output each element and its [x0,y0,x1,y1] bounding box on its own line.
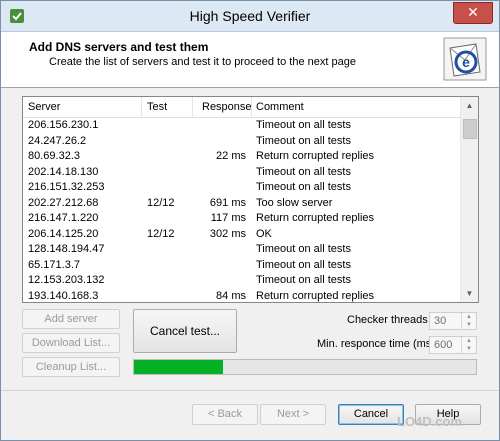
cell-test: 12/12 [147,227,175,240]
list-item[interactable]: 206.156.230.1 Timeout on all tests [23,118,461,134]
column-response[interactable]: Response [202,101,252,113]
cell-response: 117 ms [210,212,246,224]
cell-server: 65.171.3.7 [28,258,80,271]
cell-server: 12.153.203.132 [28,274,105,286]
window-title: High Speed Verifier [189,8,311,24]
cell-comment: Timeout on all tests [256,274,351,286]
list-item[interactable]: 202.14.18.130 Timeout on all tests [23,165,461,181]
cell-response: 691 ms [209,196,246,209]
cell-response: 302 ms [209,227,246,240]
page-subheading: Create the list of servers and test it t… [49,56,356,68]
cell-server: 216.151.32.253 [28,181,105,193]
cell-comment: Return corrupted replies [256,212,375,224]
cell-comment: Return corrupted replies [256,289,375,302]
checker-threads-label: Checker threads : [347,314,434,326]
footer-divider [1,390,499,391]
list-item[interactable]: 128.148.194.47 Timeout on all tests [23,242,461,258]
svg-text:e: e [462,54,470,70]
min-response-spinner[interactable]: 600 ▲ ▼ [429,336,477,354]
cell-response: 22 ms [216,150,246,162]
cell-server: 80.69.32.3 [28,150,80,162]
spin-up-icon[interactable]: ▲ [462,337,476,345]
watermark: LO4D.com [397,414,463,429]
cell-comment: Return corrupted replies [256,150,375,162]
list-item[interactable]: 80.69.32.3 22 ms Return corrupted replies [23,149,461,165]
spin-down-icon[interactable]: ▼ [462,321,476,329]
main-window: High Speed Verifier ✕ Add DNS servers an… [0,0,500,441]
cell-comment: Timeout on all tests [256,243,351,255]
cell-comment: Timeout on all tests [256,134,351,147]
column-test[interactable]: Test [147,101,167,113]
cell-response: 84 ms [216,289,246,302]
spin-up-icon[interactable]: ▲ [462,313,476,321]
checker-threads-value[interactable]: 30 [434,315,446,327]
list-item[interactable]: 206.14.125.20 12/12 302 ms OK [23,227,461,243]
cell-comment: OK [256,227,272,240]
list-header: Server Test Response Comment [23,97,461,118]
next-button[interactable]: Next > [260,404,326,425]
cell-comment: Too slow server [256,196,333,209]
cell-comment: Timeout on all tests [256,181,351,193]
add-server-button[interactable]: Add server [22,309,120,329]
download-list-button[interactable]: Download List... [22,333,120,353]
scroll-down-icon[interactable]: ▼ [461,285,478,302]
checker-threads-spinner[interactable]: 30 ▲ ▼ [429,312,477,330]
email-logo-icon: e [443,37,487,81]
list-item[interactable]: 216.151.32.253 Timeout on all tests [23,180,461,196]
cancel-button[interactable]: Cancel [338,404,404,425]
cell-server: 24.247.26.2 [28,134,87,147]
cell-comment: Timeout on all tests [256,258,351,271]
column-server[interactable]: Server [28,101,60,113]
test-progress-bar [133,359,477,375]
back-button[interactable]: < Back [192,404,258,425]
cell-server: 202.14.18.130 [28,165,99,178]
wizard-header: Add DNS servers and test them Create the… [1,32,499,88]
min-response-value[interactable]: 600 [434,339,452,351]
list-item[interactable]: 216.147.1.220 117 ms Return corrupted repl… [23,211,461,227]
list-item[interactable]: 12.153.203.132 Timeout on all tests [23,273,461,289]
cell-server: 193.140.168.3 [28,289,99,302]
min-response-label: Min. responce time (ms): [317,338,439,350]
scroll-up-icon[interactable]: ▲ [461,97,478,114]
cell-test: 12/12 [147,196,175,209]
column-comment[interactable]: Comment [256,101,304,113]
cleanup-list-button[interactable]: Cleanup List... [22,357,120,377]
cancel-test-button[interactable]: Cancel test... [133,309,237,353]
title-bar: High Speed Verifier ✕ [1,1,499,32]
cell-server: 206.14.125.20 [28,227,99,240]
page-heading: Add DNS servers and test them [29,40,209,54]
list-item[interactable]: 24.247.26.2 Timeout on all tests [23,134,461,150]
vertical-scrollbar[interactable]: ▲ ▼ [460,97,478,302]
cell-server: 206.156.230.1 [28,119,99,131]
server-list[interactable]: Server Test Response Comment 206.156.230… [22,96,479,303]
cell-server: 202.27.212.68 [28,196,99,209]
list-item[interactable]: 202.27.212.68 12/12 691 ms Too slow server [23,196,461,212]
list-item[interactable]: 193.140.168.3 84 ms Return corrupted repli… [23,289,461,303]
spin-down-icon[interactable]: ▼ [462,345,476,353]
list-body: 206.156.230.1 Timeout on all tests 24.247.… [23,118,461,303]
cell-comment: Timeout on all tests [256,165,351,178]
cell-server: 216.147.1.220 [28,212,99,224]
close-button[interactable]: ✕ [453,2,493,24]
cell-server: 128.148.194.47 [28,243,105,255]
cell-comment: Timeout on all tests [256,119,351,131]
progress-fill [134,360,223,374]
scroll-thumb[interactable] [463,119,477,139]
list-item[interactable]: 65.171.3.7 Timeout on all tests [23,258,461,274]
